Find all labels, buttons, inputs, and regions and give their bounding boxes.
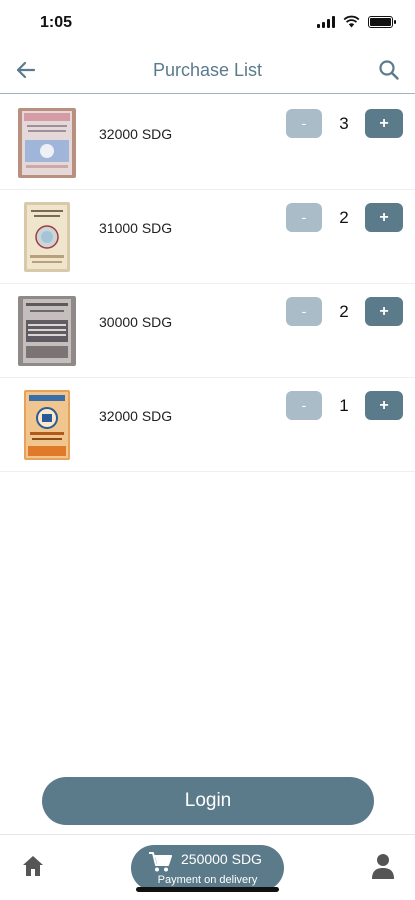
status-icons: [317, 15, 396, 28]
list-item: 30000 SDG - 2 +: [0, 284, 415, 378]
item-quantity: 2: [339, 302, 349, 321]
decrease-quantity-button[interactable]: -: [286, 203, 322, 232]
search-icon: [379, 60, 399, 80]
profile-button[interactable]: [371, 852, 395, 880]
decrease-quantity-button[interactable]: -: [286, 391, 322, 420]
home-icon: [23, 856, 43, 876]
increase-quantity-button[interactable]: +: [365, 203, 403, 232]
home-button[interactable]: [20, 853, 46, 879]
item-price: 32000 SDG: [99, 408, 173, 424]
list-item: 31000 SDG - 2 +: [0, 190, 415, 284]
status-time: 1:05: [40, 14, 73, 31]
search-button[interactable]: [375, 56, 403, 84]
list-item: 32000 SDG - 3 +: [0, 96, 415, 190]
cart-total: 250000 SDG: [181, 851, 262, 867]
home-indicator: [136, 887, 279, 892]
item-quantity: 1: [339, 396, 349, 415]
battery-icon: [368, 15, 396, 28]
product-image: [18, 108, 76, 178]
login-button[interactable]: Login: [42, 777, 374, 825]
cart-icon: [149, 852, 172, 872]
item-quantity: 3: [339, 114, 349, 133]
user-icon: [372, 854, 394, 879]
status-bar: 1:05: [0, 0, 415, 46]
item-price: 32000 SDG: [99, 126, 173, 142]
item-price: 30000 SDG: [99, 314, 173, 330]
increase-quantity-button[interactable]: +: [365, 391, 403, 420]
item-price: 31000 SDG: [99, 220, 173, 236]
purchase-list: 32000 SDG - 3 + 31000 SDG - 2 + 30000 SD…: [0, 96, 415, 472]
product-image: [24, 202, 70, 272]
increase-quantity-button[interactable]: +: [365, 297, 403, 326]
cellular-signal-icon: [317, 15, 335, 28]
product-image: [18, 296, 76, 366]
decrease-quantity-button[interactable]: -: [286, 109, 322, 138]
page-title: Purchase List: [152, 60, 263, 80]
decrease-quantity-button[interactable]: -: [286, 297, 322, 326]
cart-button[interactable]: 250000 SDG Payment on delivery: [131, 845, 284, 891]
increase-quantity-button[interactable]: +: [365, 109, 403, 138]
app-header: Purchase List: [0, 46, 415, 94]
product-image: [24, 390, 70, 460]
list-item: 32000 SDG - 1 +: [0, 378, 415, 472]
item-quantity: 2: [339, 208, 349, 227]
payment-method-label: Payment on delivery: [157, 874, 258, 886]
wifi-icon: [343, 15, 360, 28]
